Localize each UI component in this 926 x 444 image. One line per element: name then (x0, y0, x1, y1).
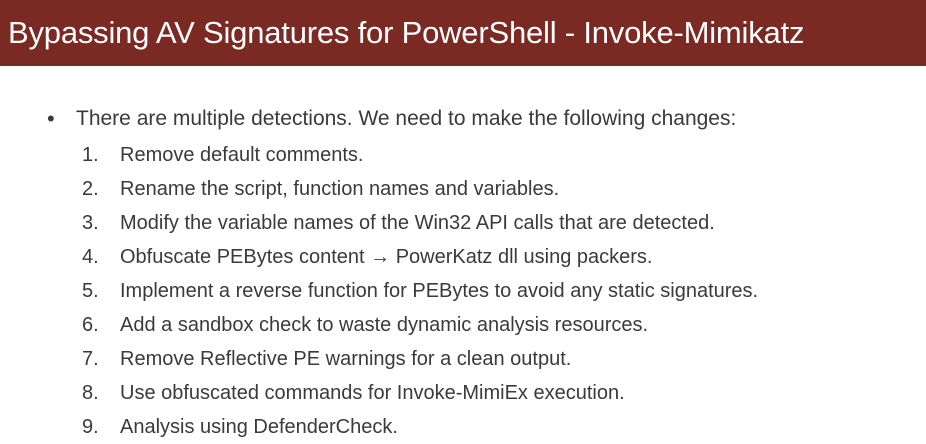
step-text: Remove Reflective PE warnings for a clea… (120, 348, 572, 370)
step-number: 5. (82, 280, 99, 302)
bullet-dot-icon: • (47, 106, 55, 131)
step-text: Use obfuscated commands for Invoke-MimiE… (120, 382, 625, 404)
step-text: Add a sandbox check to waste dynamic ana… (120, 314, 649, 336)
slide-title-bar: Bypassing AV Signatures for PowerShell -… (0, 0, 926, 66)
list-item: 8. Use obfuscated commands for Invoke-Mi… (0, 376, 926, 410)
list-item: 9. Analysis using DefenderCheck. (0, 410, 926, 444)
list-item: 1. Remove default comments. (0, 138, 926, 172)
step-number: 7. (82, 348, 99, 370)
step-number: 3. (82, 212, 99, 234)
step-text: Modify the variable names of the Win32 A… (120, 212, 715, 234)
step-number: 4. (82, 246, 99, 268)
step-number: 2. (82, 178, 99, 200)
step-number: 1. (82, 144, 99, 166)
step-text: Rename the script, function names and va… (120, 178, 560, 200)
list-item: 7. Remove Reflective PE warnings for a c… (0, 342, 926, 376)
slide-title: Bypassing AV Signatures for PowerShell -… (8, 15, 805, 50)
step-text: Obfuscate PEBytes content → PowerKatz dl… (120, 246, 653, 268)
main-bullet-text: There are multiple detections. We need t… (76, 107, 737, 130)
list-item: 3. Modify the variable names of the Win3… (0, 206, 926, 240)
list-item: 2. Rename the script, function names and… (0, 172, 926, 206)
step-number: 9. (82, 416, 99, 438)
step-number: 8. (82, 382, 99, 404)
list-item: 4. Obfuscate PEBytes content → PowerKatz… (0, 240, 926, 274)
step-text: Implement a reverse function for PEBytes… (120, 280, 759, 302)
list-item: 6. Add a sandbox check to waste dynamic … (0, 308, 926, 342)
step-text: Remove default comments. (120, 144, 364, 166)
main-bullet-item: • There are multiple detections. We need… (0, 102, 926, 136)
step-text: Analysis using DefenderCheck. (120, 416, 398, 438)
list-item: 5. Implement a reverse function for PEBy… (0, 274, 926, 308)
step-number: 6. (82, 314, 99, 336)
